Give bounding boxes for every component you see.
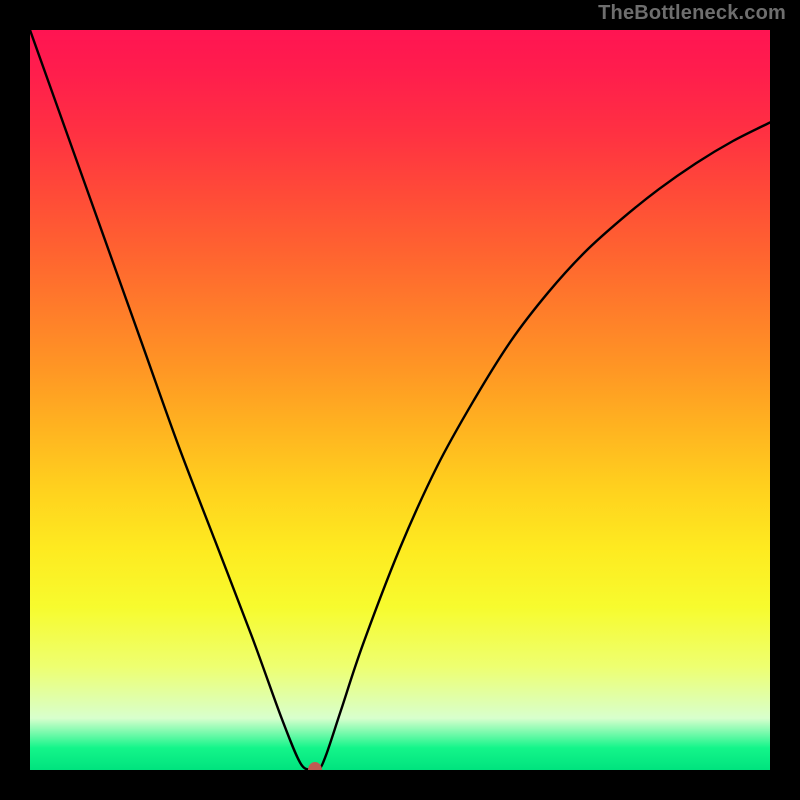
chart-frame: TheBottleneck.com <box>0 0 800 800</box>
bottleneck-curve <box>30 30 770 770</box>
watermark-text: TheBottleneck.com <box>598 2 786 25</box>
plot-area <box>30 30 770 770</box>
